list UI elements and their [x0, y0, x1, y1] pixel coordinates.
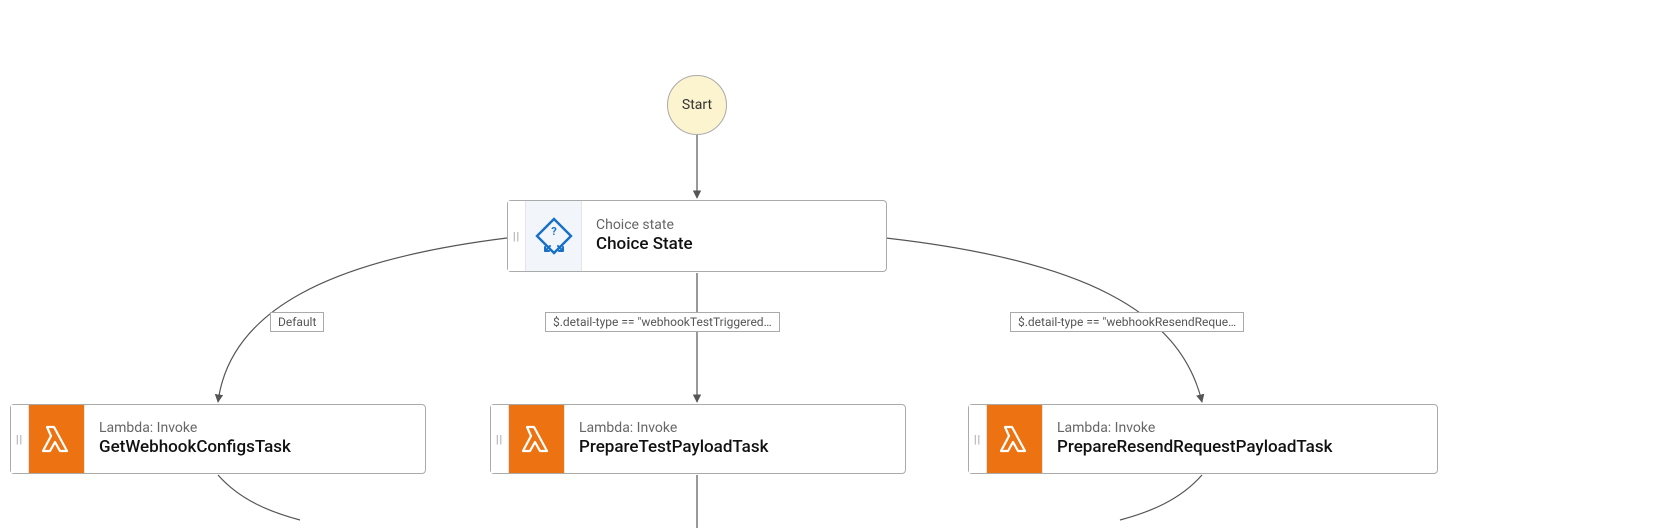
- lambda-icon: [509, 405, 565, 473]
- drag-handle-icon[interactable]: ||: [508, 201, 526, 271]
- task-title: PrepareResendRequestPayloadTask: [1057, 437, 1332, 458]
- start-node[interactable]: Start: [667, 75, 727, 135]
- lambda-icon: [987, 405, 1043, 473]
- task-title: GetWebhookConfigsTask: [99, 437, 291, 458]
- get-webhook-configs-task-node[interactable]: || Lambda: Invoke GetWebhookConfigsTask: [10, 404, 426, 474]
- drag-handle-icon[interactable]: ||: [11, 405, 29, 473]
- task-title: PrepareTestPayloadTask: [579, 437, 768, 458]
- svg-text:?: ?: [551, 225, 557, 238]
- drag-handle-icon[interactable]: ||: [969, 405, 987, 473]
- choice-state-icon: ?: [526, 201, 582, 271]
- choice-state-title: Choice State: [596, 234, 693, 255]
- choice-state-node[interactable]: || ? Choice state Choice State: [507, 200, 887, 272]
- lambda-icon: [29, 405, 85, 473]
- edge-label-default: Default: [270, 312, 324, 332]
- drag-handle-icon[interactable]: ||: [491, 405, 509, 473]
- edge-label-resend: $.detail-type == "webhookResendReque…: [1010, 312, 1244, 332]
- task-type-label: Lambda: Invoke: [1057, 420, 1332, 437]
- prepare-test-payload-task-node[interactable]: || Lambda: Invoke PrepareTestPayloadTask: [490, 404, 906, 474]
- prepare-resend-request-payload-task-node[interactable]: || Lambda: Invoke PrepareResendRequestPa…: [968, 404, 1438, 474]
- choice-state-type-label: Choice state: [596, 217, 693, 234]
- start-label: Start: [682, 97, 712, 113]
- edge-label-test: $.detail-type == "webhookTestTriggered…: [545, 312, 780, 332]
- task-type-label: Lambda: Invoke: [99, 420, 291, 437]
- task-type-label: Lambda: Invoke: [579, 420, 768, 437]
